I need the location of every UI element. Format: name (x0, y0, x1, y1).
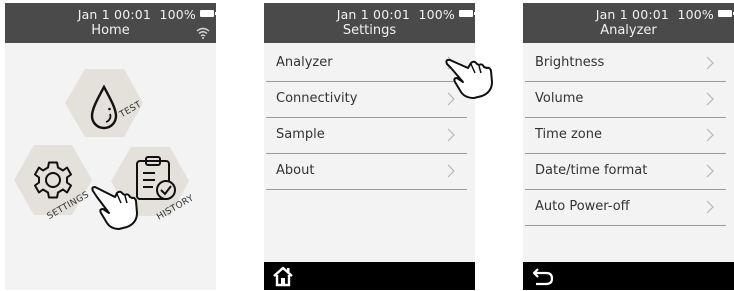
chevron-right-icon (706, 56, 714, 70)
chevron-right-icon (706, 128, 714, 142)
pointing-hand-icon (91, 186, 138, 230)
chevron-right-icon (706, 92, 714, 106)
menu-item-about[interactable]: About (266, 154, 467, 190)
battery-icon (459, 10, 475, 17)
analyzer-menu: Brightness Volume Time zone Date/time fo… (523, 46, 734, 226)
status-bar: Jan 1 00:01 100% Settings (264, 3, 475, 43)
battery-percent: 100% (159, 7, 196, 22)
status-datetime: Jan 1 00:01 (77, 7, 152, 22)
menu-item-label: Time zone (535, 127, 602, 142)
menu-item-label: Brightness (535, 55, 605, 70)
home-icon[interactable] (272, 265, 294, 287)
battery-percent: 100% (418, 7, 455, 22)
status-bar: Jan 1 00:01 100% Home (5, 3, 216, 43)
battery-percent: 100% (677, 7, 714, 22)
menu-item-analyzer[interactable]: Analyzer (266, 46, 467, 82)
settings-screen: Jan 1 00:01 100% Settings Analyzer Conne… (264, 3, 475, 290)
menu-item-volume[interactable]: Volume (525, 82, 726, 118)
status-datetime-battery: Jan 1 00:01 100% (596, 7, 714, 22)
menu-item-sample[interactable]: Sample (266, 118, 467, 154)
menu-item-brightness[interactable]: Brightness (525, 46, 726, 82)
menu-item-connectivity[interactable]: Connectivity (266, 82, 467, 118)
home-tiles-area: TEST SETTINGS HISTORY (5, 43, 216, 290)
bottom-bar (264, 262, 475, 290)
menu-item-label: About (276, 163, 315, 178)
page-title: Analyzer (600, 23, 657, 38)
chevron-right-icon (706, 200, 714, 214)
page-title: Settings (342, 23, 397, 38)
page-title: Home (91, 23, 130, 38)
menu-item-time-zone[interactable]: Time zone (525, 118, 726, 154)
pointing-hand-icon (445, 58, 493, 99)
menu-item-label: Connectivity (276, 91, 358, 106)
status-datetime-battery: Jan 1 00:01 100% (337, 7, 455, 22)
menu-item-label: Volume (535, 91, 584, 106)
chevron-right-icon (706, 164, 714, 178)
home-screen: Jan 1 00:01 100% Home TEST SETTINGS HIST… (5, 3, 216, 290)
menu-item-label: Auto Power-off (535, 199, 630, 214)
menu-item-label: Date/time format (535, 163, 648, 178)
status-datetime: Jan 1 00:01 (336, 7, 411, 22)
battery-icon (200, 10, 216, 17)
menu-item-date-time-format[interactable]: Date/time format (525, 154, 726, 190)
menu-item-auto-power-off[interactable]: Auto Power-off (525, 190, 726, 226)
back-arrow-icon[interactable] (531, 265, 555, 287)
bottom-bar (523, 262, 734, 290)
status-datetime: Jan 1 00:01 (595, 7, 670, 22)
menu-item-label: Sample (276, 127, 325, 142)
wifi-icon (196, 27, 210, 39)
analyzer-screen: Jan 1 00:01 100% Analyzer Brightness Vol… (523, 3, 734, 290)
battery-icon (718, 10, 734, 17)
status-bar: Jan 1 00:01 100% Analyzer (523, 3, 734, 43)
menu-item-label: Analyzer (276, 55, 333, 70)
status-datetime-battery: Jan 1 00:01 100% (78, 7, 196, 22)
chevron-right-icon (447, 164, 455, 178)
chevron-right-icon (447, 128, 455, 142)
